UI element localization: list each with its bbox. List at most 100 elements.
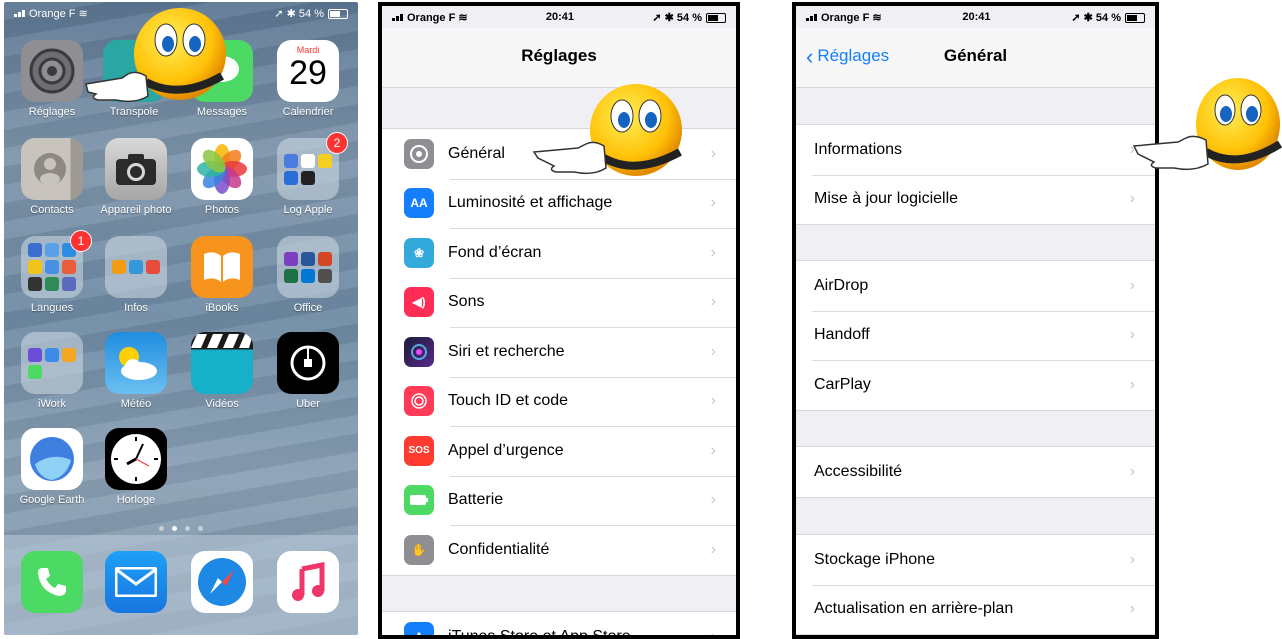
siri-icon — [404, 336, 434, 367]
settings-item-fond-ecran[interactable]: ❀ Fond d’écran › — [382, 228, 736, 278]
chevron-right-icon: › — [710, 441, 716, 459]
app-google-earth[interactable]: Google Earth — [16, 428, 88, 506]
camera-icon — [105, 138, 167, 200]
app-log-apple[interactable]: 2 Log Apple — [272, 132, 348, 216]
dock-app-safari[interactable] — [186, 551, 258, 613]
app-contacts[interactable]: Contacts — [16, 138, 88, 216]
general-item-carplay[interactable]: CarPlay › — [796, 360, 1155, 410]
battery-icon — [1124, 12, 1145, 23]
general-item-stockage[interactable]: Stockage iPhone › — [796, 535, 1155, 585]
app-appareil-photo[interactable]: Appareil photo — [100, 138, 172, 216]
battery-icon — [404, 485, 434, 516]
compass-icon — [191, 551, 253, 613]
settings-item-label: Luminosité et affichage — [448, 194, 613, 212]
folder-icon — [105, 236, 167, 298]
wifi-icon: ≋ — [458, 11, 468, 24]
page-indicator — [4, 518, 358, 536]
app-label: Contacts — [30, 204, 74, 216]
app-label: Photos — [204, 204, 240, 216]
chevron-right-icon: › — [1129, 190, 1135, 208]
general-item-accessibilite[interactable]: Accessibilité › — [796, 447, 1155, 497]
app-label: Uber — [296, 398, 320, 410]
general-item-informations[interactable]: Informations › — [796, 125, 1155, 175]
settings-item-label: iTunes Store et App Store — [448, 627, 631, 639]
settings-item-itunes-app-store[interactable]: A iTunes Store et App Store › — [382, 612, 736, 639]
settings-item-label: Appel d’urgence — [448, 441, 564, 459]
battery-icon — [328, 8, 348, 19]
general-screen: Orange F ≋ 20:41 ➚ ✱ 54 % ‹ Réglages Gén… — [792, 2, 1159, 639]
settings-item-siri[interactable]: Siri et recherche › — [382, 327, 736, 377]
app-infos[interactable]: Infos — [100, 236, 172, 314]
app-label: Log Apple — [283, 204, 333, 216]
battery-icon — [705, 12, 726, 23]
bluetooth-icon: ✱ — [664, 11, 674, 24]
dock-app-music[interactable] — [272, 551, 344, 613]
carrier-name: Orange F — [407, 11, 456, 24]
chevron-right-icon: › — [710, 491, 716, 509]
chevron-right-icon: › — [1129, 550, 1135, 568]
app-ibooks[interactable]: iBooks — [186, 236, 258, 314]
chevron-right-icon: › — [710, 627, 716, 639]
general-group-3: Accessibilité › — [796, 446, 1155, 498]
app-calendrier[interactable]: Mardi 29 Calendrier — [272, 40, 344, 118]
app-label: Appareil photo — [100, 204, 172, 216]
uber-icon — [277, 332, 339, 394]
app-label: Infos — [124, 302, 148, 314]
app-uber[interactable]: Uber — [272, 332, 344, 410]
location-icon: ➚ — [274, 7, 284, 20]
dock-app-mail[interactable] — [100, 551, 172, 613]
bluetooth-icon: ✱ — [286, 7, 296, 20]
general-item-handoff[interactable]: Handoff › — [796, 310, 1155, 361]
contacts-icon — [21, 138, 83, 200]
app-langues[interactable]: 1 Langues — [16, 230, 92, 314]
status-bar: Orange F ≋ 20:41 ➚ ✱ 54 % — [796, 6, 1155, 28]
folder-icon — [21, 332, 83, 394]
settings-item-sons[interactable]: ◀) Sons › — [382, 277, 736, 328]
notification-badge: 2 — [326, 132, 348, 154]
app-horloge[interactable]: Horloge — [100, 428, 172, 506]
general-item-label: Actualisation en arrière-plan — [814, 600, 1014, 618]
page-title: Réglages — [521, 46, 597, 65]
chevron-right-icon: › — [710, 243, 716, 261]
settings-list-store: A iTunes Store et App Store › — [382, 611, 736, 639]
app-photos[interactable]: Photos — [186, 138, 258, 216]
folder-icon — [277, 236, 339, 298]
general-item-airdrop[interactable]: AirDrop › — [796, 261, 1155, 311]
chevron-right-icon: › — [710, 392, 716, 410]
app-meteo[interactable]: Météo — [100, 332, 172, 410]
battery-percent: 54 % — [1095, 11, 1121, 24]
sos-icon: SOS — [404, 435, 434, 466]
wifi-icon: ≋ — [872, 11, 882, 24]
app-label: iBooks — [205, 302, 239, 314]
status-bar: Orange F ≋ 20:41 ➚ ✱ 54 % — [382, 6, 736, 28]
chevron-right-icon: › — [1129, 600, 1135, 618]
general-item-label: AirDrop — [814, 276, 869, 294]
clapperboard-icon — [191, 332, 253, 394]
app-office[interactable]: Office — [272, 236, 344, 314]
app-videos[interactable]: Vidéos — [186, 332, 258, 410]
settings-list: Général › AA Luminosité et affichage › ❀… — [382, 128, 736, 576]
general-item-label: Mise à jour logicielle — [814, 190, 959, 208]
settings-item-batterie[interactable]: Batterie › — [382, 475, 736, 526]
settings-item-confidentialite[interactable]: ✋ Confidentialité › — [382, 525, 736, 575]
app-label: iWork — [38, 398, 66, 410]
weather-icon — [105, 332, 167, 394]
text-size-icon: AA — [404, 188, 434, 219]
general-item-mise-a-jour[interactable]: Mise à jour logicielle › — [796, 174, 1155, 225]
general-group-4: Stockage iPhone › Actualisation en arriè… — [796, 534, 1155, 635]
battery-percent: 54 % — [298, 7, 324, 20]
dock-app-phone[interactable] — [16, 551, 88, 613]
settings-item-touch-id[interactable]: Touch ID et code › — [382, 376, 736, 427]
general-item-label: CarPlay — [814, 375, 871, 393]
app-label: Office — [293, 302, 323, 314]
chevron-right-icon: › — [710, 194, 716, 212]
app-iwork[interactable]: iWork — [16, 332, 88, 410]
settings-item-appel-urgence[interactable]: SOS Appel d’urgence › — [382, 426, 736, 476]
app-store-icon: A — [404, 621, 434, 635]
app-label: Vidéos — [205, 398, 239, 410]
general-item-actualisation[interactable]: Actualisation en arrière-plan › — [796, 584, 1155, 635]
chevron-right-icon: › — [1129, 462, 1135, 480]
general-item-label: Handoff — [814, 326, 870, 344]
settings-item-label: Siri et recherche — [448, 342, 565, 360]
phone-handset-icon — [21, 551, 83, 613]
